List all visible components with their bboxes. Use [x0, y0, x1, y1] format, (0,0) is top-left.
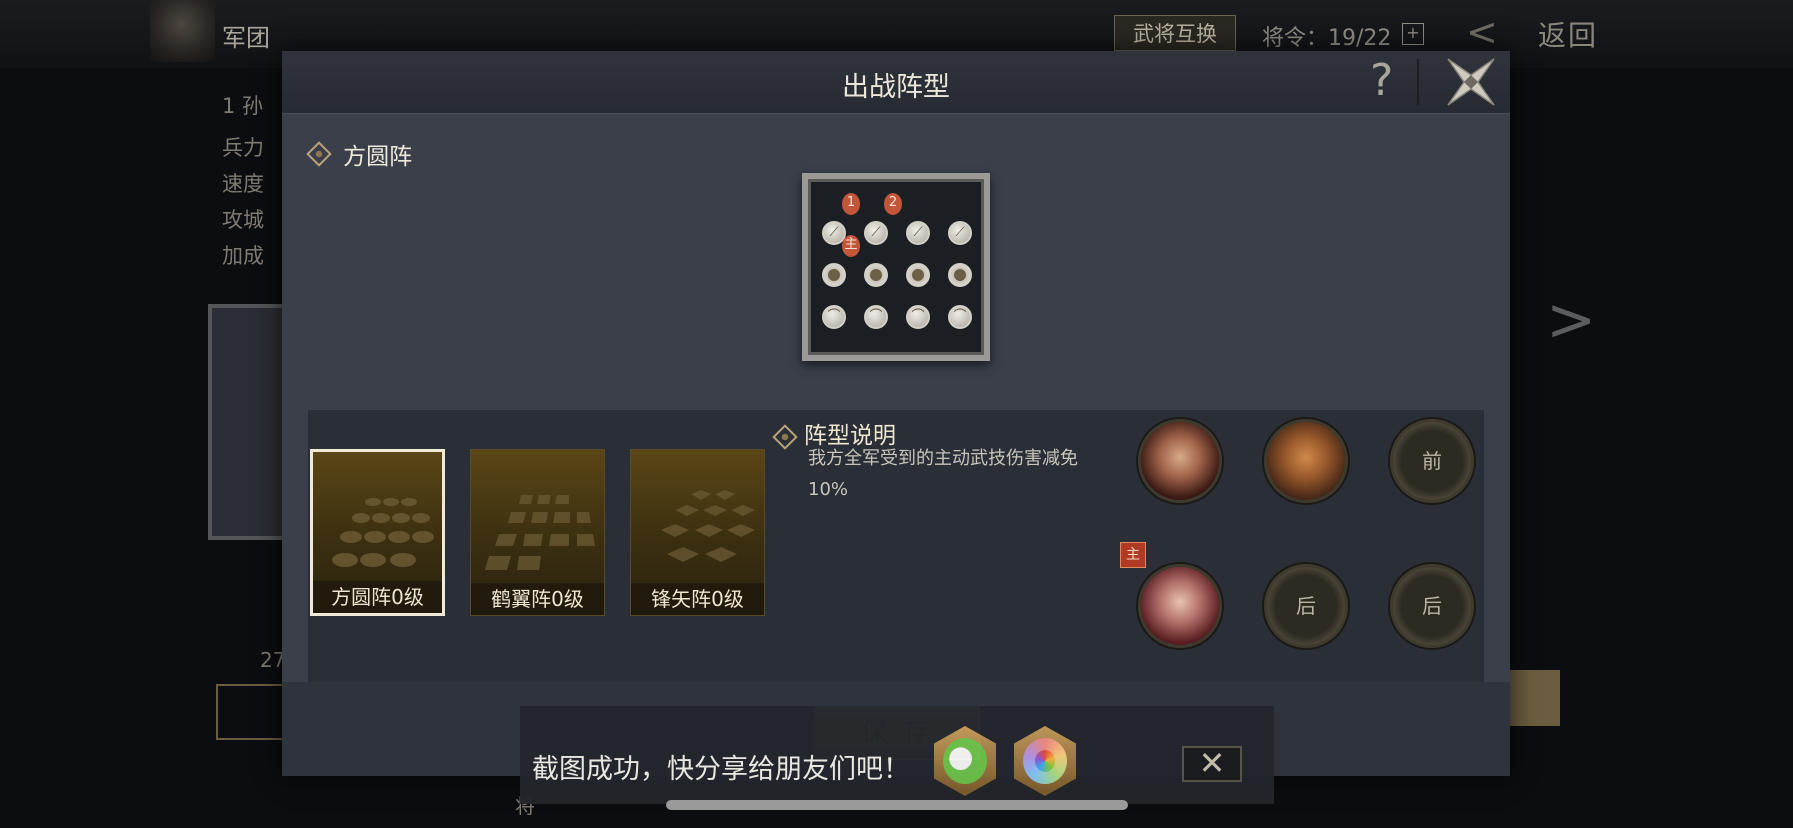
- description-text: 我方全军受到的主动武技伤害减免10%: [808, 448, 1078, 500]
- back-button[interactable]: 返回: [1538, 14, 1598, 54]
- background-left-item: 速度: [222, 172, 264, 196]
- shield-token-icon: [948, 263, 972, 287]
- position-marker-2: 2: [884, 193, 902, 215]
- background-left-button: [216, 684, 286, 740]
- arrow-formation-art-icon: [661, 490, 755, 562]
- home-indicator[interactable]: [666, 800, 1128, 810]
- infantry-token-icon: ⟋: [864, 221, 888, 245]
- infantry-token-icon: ⟋: [906, 221, 930, 245]
- diamond-icon: [772, 423, 798, 450]
- background-right-button: [1507, 670, 1560, 726]
- infantry-token-icon: ⟋: [948, 221, 972, 245]
- shield-token-icon: [864, 263, 888, 287]
- wechat-icon: [943, 738, 987, 784]
- swap-generals-button[interactable]: 武将互换: [1114, 15, 1236, 51]
- crane-wing-art-icon: [485, 495, 595, 570]
- back-arrow-icon[interactable]: <: [1466, 10, 1498, 54]
- formation-card-fengshi[interactable]: 锋矢阵0级: [630, 449, 765, 616]
- toast-close-icon[interactable]: ✕: [1182, 746, 1242, 782]
- front-slot-2[interactable]: [1264, 419, 1348, 503]
- archer-token-icon: ⌒: [906, 305, 930, 329]
- next-arrow-icon: >: [1546, 285, 1597, 355]
- close-icon[interactable]: [1442, 53, 1500, 111]
- lord-marker: 主: [842, 235, 860, 257]
- background-formation-panel: [208, 304, 288, 540]
- rear-slot-1[interactable]: [1138, 564, 1222, 648]
- current-formation-heading: 方圆阵: [306, 137, 413, 170]
- formation-selection-panel: 方圆阵0级 鹤翼阵0级 锋矢阵0级 阵型说明 我方全军受到的主动武技伤害减免10…: [308, 410, 1484, 682]
- formation-card-label: 鹤翼阵0级: [471, 583, 604, 615]
- share-toast: 截图成功，快分享给朋友们吧！ ✕: [520, 706, 1274, 804]
- background-left-item: 1 孙: [222, 94, 264, 118]
- front-slot-1[interactable]: [1138, 419, 1222, 503]
- formation-card-label: 方圆阵0级: [313, 581, 442, 613]
- current-formation-name: 方圆阵: [343, 144, 413, 170]
- formation-card-label: 锋矢阵0级: [631, 583, 764, 615]
- formation-board: 1 2 ⟋ ⟋ ⟋ ⟋ 主 ⌒ ⌒ ⌒ ⌒: [802, 173, 990, 361]
- background-left-item: 攻城: [222, 208, 264, 232]
- legion-portrait-icon: [150, 0, 215, 62]
- archer-token-icon: ⌒: [822, 305, 846, 329]
- header-divider: [1417, 59, 1419, 105]
- formation-dialog: 出战阵型 ? 方圆阵 1 2 ⟋ ⟋ ⟋ ⟋ 主 ⌒ ⌒ ⌒ ⌒ 方圆阵0级 鹤…: [282, 51, 1510, 776]
- archer-token-icon: ⌒: [864, 305, 888, 329]
- moments-icon: [1023, 738, 1067, 784]
- rear-slot-3[interactable]: 后: [1390, 564, 1474, 648]
- position-marker-1: 1: [842, 193, 860, 215]
- background-title: 军团: [222, 24, 270, 52]
- dialog-header: 出战阵型 ?: [282, 51, 1510, 114]
- round-formation-art-icon: [332, 498, 434, 567]
- formation-card-heyi[interactable]: 鹤翼阵0级: [470, 449, 605, 616]
- background-left-item: 加成: [222, 244, 264, 268]
- add-orders-button[interactable]: +: [1402, 23, 1424, 45]
- rear-slot-2[interactable]: 后: [1264, 564, 1348, 648]
- shield-token-icon: [822, 263, 846, 287]
- orders-counter: 将令：19/22: [1262, 26, 1392, 51]
- moments-share-button[interactable]: [1014, 726, 1076, 796]
- wechat-share-button[interactable]: [934, 726, 996, 796]
- formation-card-fangyuan[interactable]: 方圆阵0级: [310, 449, 445, 616]
- shield-token-icon: [906, 263, 930, 287]
- dialog-title: 出战阵型: [842, 72, 950, 103]
- toast-message: 截图成功，快分享给朋友们吧！: [532, 754, 910, 785]
- background-left-item: 兵力: [222, 136, 264, 160]
- help-icon[interactable]: ?: [1370, 55, 1393, 106]
- front-slot-3[interactable]: 前: [1390, 419, 1474, 503]
- lord-badge: 主: [1120, 542, 1146, 568]
- diamond-icon: [306, 141, 332, 167]
- archer-token-icon: ⌒: [948, 305, 972, 329]
